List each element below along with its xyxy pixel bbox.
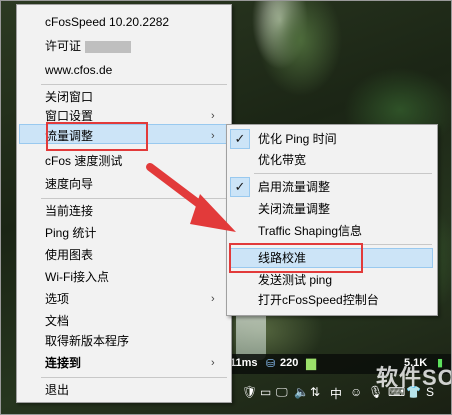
- annotation-arrow: [146, 163, 236, 232]
